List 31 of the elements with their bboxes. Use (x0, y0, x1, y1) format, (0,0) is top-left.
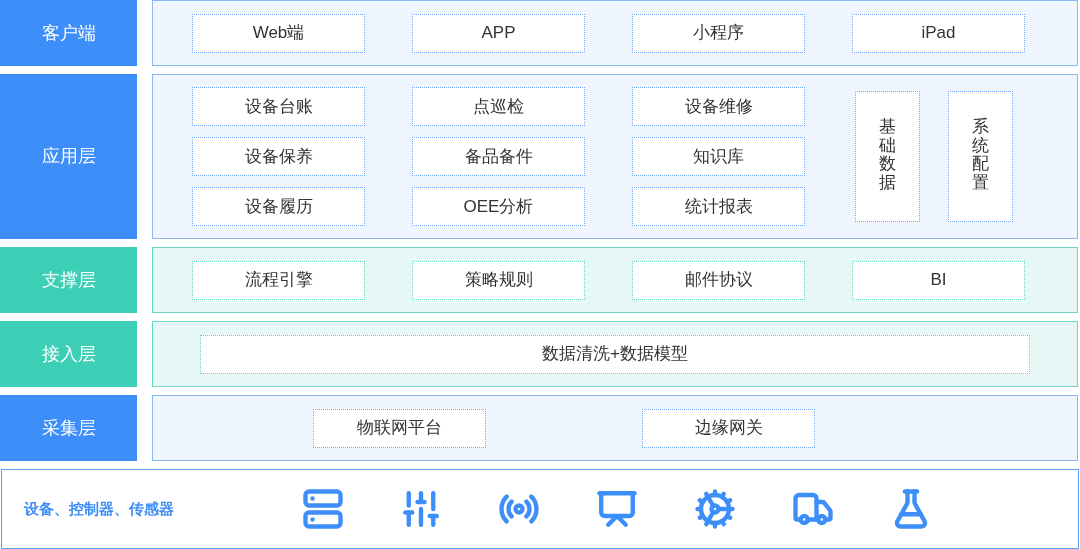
module-box: 小程序 (632, 13, 805, 53)
module-box: Web端 (192, 13, 365, 53)
module-box: 边缘网关 (642, 408, 815, 448)
layer-label: 应用层 (0, 74, 137, 239)
module-box: 邮件协议 (632, 260, 805, 300)
module-box: 系统配置 (948, 91, 1013, 222)
module-box: 设备维修 (632, 87, 805, 126)
module-box: iPad (852, 13, 1025, 53)
layer-label: 接入层 (0, 321, 137, 387)
module-box: OEE分析 (412, 187, 585, 226)
gear-icon (694, 488, 736, 530)
server-icon (302, 488, 344, 530)
module-box: 点巡检 (412, 87, 585, 126)
module-box: BI (852, 260, 1025, 300)
module-box: 设备履历 (192, 187, 365, 226)
module-box: 备品备件 (412, 137, 585, 176)
module-box: 设备台账 (192, 87, 365, 126)
devices-label: 设备、控制器、传感器 (22, 498, 175, 519)
module-box: 知识库 (632, 137, 805, 176)
layer-label: 客户端 (0, 0, 137, 66)
sliders-icon (400, 488, 442, 530)
module-box: 数据清洗+数据模型 (200, 334, 1030, 374)
module-box: 设备保养 (192, 137, 365, 176)
module-box: 统计报表 (632, 187, 805, 226)
module-box: 流程引擎 (192, 260, 365, 300)
module-box: 物联网平台 (313, 408, 486, 448)
module-box: APP (412, 13, 585, 53)
module-box: 策略规则 (412, 260, 585, 300)
module-box: 基础数据 (855, 91, 920, 222)
layer-label: 采集层 (0, 395, 137, 461)
layer-label: 支撑层 (0, 247, 137, 313)
